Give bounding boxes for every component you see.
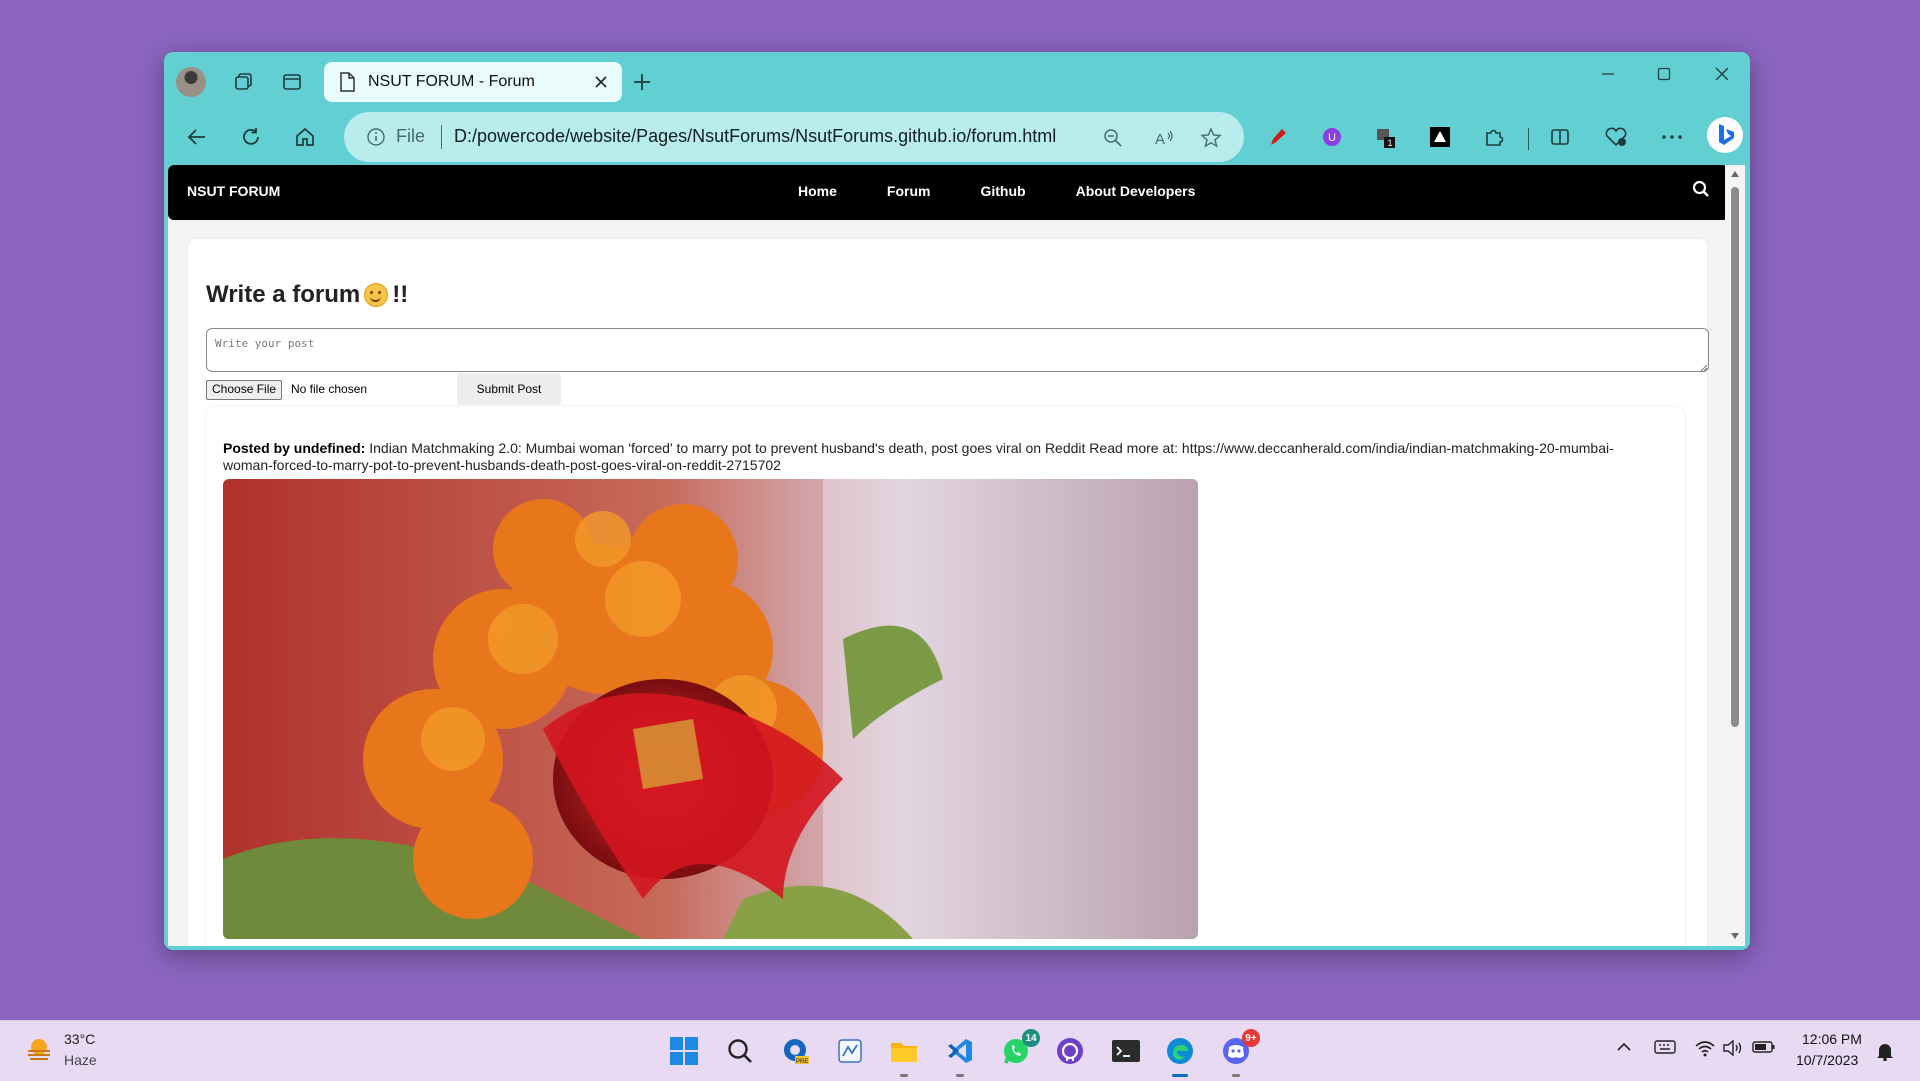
home-icon[interactable]	[288, 120, 322, 154]
browser-essentials-icon[interactable]	[1598, 120, 1634, 154]
choose-file-button[interactable]: Choose File	[206, 380, 283, 400]
toolbar-divider	[1528, 128, 1529, 150]
resize-grip-icon[interactable]	[1700, 364, 1708, 372]
maximize-icon[interactable]	[1636, 58, 1692, 90]
nav-github[interactable]: Github	[980, 183, 1025, 199]
scroll-up-icon[interactable]	[1731, 171, 1739, 177]
info-icon[interactable]	[366, 127, 386, 152]
forum-card: Write a forum !! Choose File No file cho…	[188, 239, 1709, 946]
scroll-thumb[interactable]	[1731, 187, 1739, 727]
collections-icon[interactable]	[228, 66, 260, 98]
wifi-icon[interactable]	[1694, 1039, 1716, 1062]
tab-actions-icon[interactable]	[276, 66, 308, 98]
address-separator	[441, 125, 442, 149]
nav-about-developers[interactable]: About Developers	[1076, 183, 1196, 199]
file-explorer-icon[interactable]	[886, 1033, 922, 1077]
smile-emoji-icon	[364, 283, 389, 307]
start-windows-icon[interactable]	[666, 1033, 702, 1069]
marigold-pot-image	[223, 479, 1198, 939]
paint-app-icon[interactable]	[832, 1033, 868, 1069]
browser-window: NSUT FORUM - Forum File D:/powercode/web…	[164, 52, 1750, 950]
nav-home[interactable]: Home	[798, 183, 837, 199]
bing-copilot-icon[interactable]	[1704, 114, 1746, 156]
pen-extension-icon[interactable]	[1260, 120, 1296, 154]
terminal-icon[interactable]	[1108, 1033, 1144, 1069]
github-desktop-icon[interactable]	[1052, 1033, 1088, 1069]
address-bar[interactable]: File D:/powercode/website/Pages/NsutForu…	[344, 112, 1244, 162]
shield-extension-icon[interactable]: 1	[1368, 120, 1404, 154]
site-brand[interactable]: NSUT FORUM	[187, 183, 280, 199]
file-status-text: No file chosen	[291, 382, 368, 396]
svg-text:PRE: PRE	[796, 1059, 808, 1065]
discord-icon[interactable]: 9+	[1218, 1029, 1260, 1077]
minimize-icon[interactable]	[1580, 58, 1636, 90]
browser-toolbar: File D:/powercode/website/Pages/NsutForu…	[164, 110, 1750, 162]
notification-bell-icon[interactable]	[1876, 1041, 1894, 1066]
split-screen-icon[interactable]	[1542, 120, 1578, 154]
vscode-icon[interactable]	[942, 1033, 978, 1077]
post-item: Posted by undefined: Indian Matchmaking …	[206, 407, 1684, 946]
tab-active[interactable]: NSUT FORUM - Forum	[324, 62, 622, 102]
nav-forum[interactable]: Forum	[887, 183, 931, 199]
weather-haze-icon[interactable]	[24, 1035, 54, 1070]
keyboard-icon[interactable]	[1654, 1039, 1676, 1060]
post-textarea[interactable]	[206, 328, 1709, 372]
taskbar: 33°C Haze PRE 14 9+ 12:06 PM 10/7/2023	[0, 1020, 1920, 1081]
post-image	[223, 479, 1198, 939]
triangle-extension-icon[interactable]	[1422, 120, 1458, 154]
edge-preview-icon[interactable]: PRE	[778, 1033, 814, 1069]
extensions-puzzle-icon[interactable]	[1476, 120, 1512, 154]
close-tab-icon[interactable]	[590, 71, 612, 93]
post-author: Posted by undefined:	[223, 440, 366, 456]
weather-temp[interactable]: 33°C	[64, 1031, 95, 1047]
favorite-star-icon[interactable]	[1198, 125, 1224, 151]
more-options-icon[interactable]	[1654, 120, 1690, 154]
show-hidden-icons-chevron-icon[interactable]	[1616, 1039, 1632, 1060]
running-indicator	[900, 1074, 908, 1077]
weather-condition[interactable]: Haze	[64, 1052, 97, 1068]
back-icon[interactable]	[180, 120, 214, 154]
site-navbar: NSUT FORUM Home Forum Github About Devel…	[168, 165, 1729, 220]
post-content: Indian Matchmaking 2.0: Mumbai woman 'fo…	[223, 440, 1614, 473]
clock-date[interactable]: 10/7/2023	[1796, 1052, 1858, 1068]
page-viewport: NSUT FORUM Home Forum Github About Devel…	[168, 165, 1729, 946]
active-indicator	[1172, 1074, 1188, 1077]
heading-text: Write a forum	[206, 281, 361, 308]
refresh-icon[interactable]	[234, 120, 268, 154]
svg-text:U: U	[1328, 132, 1336, 144]
scroll-down-icon[interactable]	[1731, 933, 1739, 939]
search-icon[interactable]	[1692, 180, 1710, 203]
page-icon	[340, 72, 355, 92]
volume-icon[interactable]	[1722, 1039, 1744, 1062]
whatsapp-badge: 14	[1022, 1029, 1040, 1047]
purple-extension-icon[interactable]: U	[1314, 120, 1350, 154]
submit-post-button[interactable]: Submit Post	[457, 373, 561, 405]
new-tab-icon[interactable]	[626, 66, 658, 98]
extension-badge: 1	[1388, 138, 1393, 148]
discord-badge: 9+	[1242, 1029, 1260, 1047]
post-text: Posted by undefined: Indian Matchmaking …	[223, 440, 1653, 474]
battery-icon[interactable]	[1752, 1039, 1776, 1060]
address-scheme: File	[396, 126, 426, 146]
edge-browser-icon[interactable]	[1162, 1033, 1198, 1077]
url-text[interactable]: D:/powercode/website/Pages/NsutForums/Ns…	[454, 126, 1056, 147]
tab-title: NSUT FORUM - Forum	[368, 73, 535, 90]
profile-avatar[interactable]	[176, 67, 206, 97]
clock-time[interactable]: 12:06 PM	[1802, 1031, 1862, 1047]
read-aloud-icon[interactable]: A	[1152, 125, 1178, 151]
page-title: Write a forum !!	[206, 281, 408, 309]
search-taskbar-icon[interactable]	[722, 1033, 758, 1069]
page-scrollbar[interactable]	[1725, 165, 1745, 946]
svg-text:A: A	[1155, 131, 1165, 148]
close-window-icon[interactable]	[1694, 58, 1750, 90]
heading-suffix: !!	[392, 281, 409, 308]
nav-links: Home Forum Github About Developers	[798, 183, 1245, 199]
tab-bar: NSUT FORUM - Forum	[164, 52, 1750, 110]
whatsapp-icon[interactable]: 14	[998, 1029, 1040, 1069]
running-indicator	[1232, 1074, 1240, 1077]
zoom-out-icon[interactable]	[1100, 125, 1126, 151]
running-indicator	[956, 1074, 964, 1077]
